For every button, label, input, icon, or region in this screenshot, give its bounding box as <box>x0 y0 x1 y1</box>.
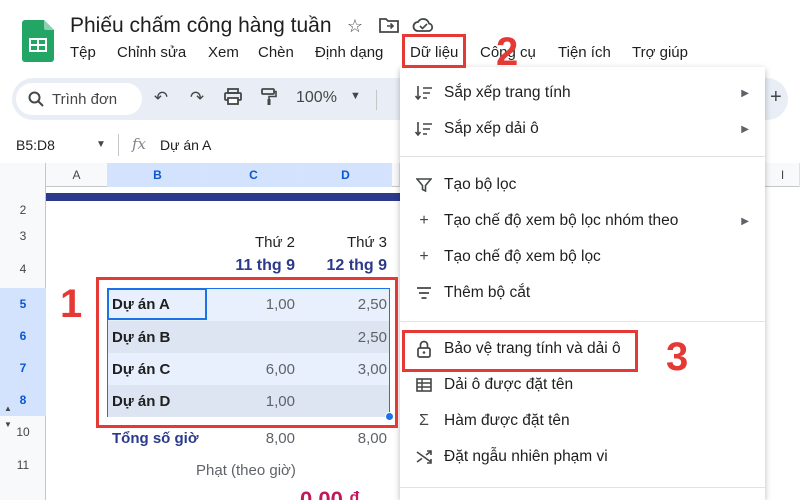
menu-item-label: Tạo chế độ xem bộ lọc nhóm theo <box>444 212 679 229</box>
menu-item-label: Tạo bộ lọc <box>444 176 517 193</box>
sort-icon <box>414 119 434 139</box>
date-label-tue[interactable]: 12 thg 9 <box>297 257 387 275</box>
menu-item-label: Đặt ngẫu nhiên phạm vi <box>444 448 608 465</box>
annotation-number-step1: 1 <box>60 282 83 326</box>
menu-view[interactable]: Xem <box>208 44 239 61</box>
menu-item-named-functions[interactable]: Σ Hàm được đặt tên <box>400 404 765 438</box>
row-header[interactable]: 3 <box>0 229 46 247</box>
name-box[interactable]: B5:D8 <box>16 137 55 153</box>
menu-extensions[interactable]: Tiện ích <box>558 44 611 61</box>
sheets-logo[interactable] <box>22 20 54 62</box>
menu-edit[interactable]: Chỉnh sửa <box>117 44 186 61</box>
redo-icon[interactable]: ↷ <box>186 88 208 108</box>
menu-divider <box>400 487 765 488</box>
menu-format[interactable]: Định dạng <box>315 44 383 61</box>
row-group-up-icon[interactable]: ▲ <box>4 404 12 413</box>
chevron-down-icon[interactable]: ▼ <box>96 139 106 150</box>
row-header[interactable]: 5 <box>0 288 46 320</box>
menu-item-label: Sắp xếp dải ô <box>444 120 539 137</box>
plus-icon[interactable]: + <box>770 86 782 109</box>
toolbar-divider <box>376 90 377 110</box>
print-icon[interactable] <box>222 88 244 110</box>
document-title[interactable]: Phiếu chấm công hàng tuần <box>70 14 332 38</box>
total-hours-label[interactable]: Tổng số giờ <box>112 430 198 447</box>
formula-input[interactable]: Dự án A <box>160 137 211 153</box>
menu-file[interactable]: Tệp <box>70 44 96 61</box>
menu-item-group-filter-view[interactable]: + Tạo chế độ xem bộ lọc nhóm theo ▶ <box>400 204 765 238</box>
annotation-box-step3 <box>402 330 638 372</box>
column-header-i[interactable]: I <box>766 163 800 187</box>
sort-icon <box>414 83 434 103</box>
column-header-a[interactable]: A <box>46 163 108 187</box>
named-range-icon <box>414 375 434 395</box>
column-header-d[interactable]: D <box>300 163 392 187</box>
menu-item-sort-sheet[interactable]: Sắp xếp trang tính ▶ <box>400 76 765 110</box>
zoom-select[interactable]: 100% <box>296 89 337 107</box>
filter-icon <box>414 175 434 195</box>
shuffle-icon <box>414 447 434 467</box>
chevron-down-icon[interactable]: ▼ <box>350 90 361 102</box>
submenu-arrow-icon: ▶ <box>741 215 749 227</box>
menu-item-create-filter[interactable]: Tạo bộ lọc <box>400 168 765 202</box>
menu-item-label: Tạo chế độ xem bộ lọc <box>444 248 601 265</box>
penalty-total-cell[interactable]: 0,00 ₫ <box>300 487 360 500</box>
row-header[interactable]: 11 <box>0 458 46 476</box>
column-header-b[interactable]: B <box>108 163 208 187</box>
annotation-box-step1 <box>96 277 398 428</box>
data-menu-dropdown: Sắp xếp trang tính ▶ Sắp xếp dải ô ▶ Tạo… <box>400 67 765 500</box>
row-header[interactable]: 4 <box>0 262 46 280</box>
select-all-corner[interactable] <box>0 163 46 187</box>
move-to-folder-icon[interactable] <box>378 16 400 39</box>
menu-insert[interactable]: Chèn <box>258 44 294 61</box>
penalty-label[interactable]: Phạt (theo giờ) <box>196 462 296 479</box>
total-hours-cell[interactable]: 8,00 <box>307 430 387 447</box>
row-header[interactable]: 2 <box>0 203 46 221</box>
search-icon <box>28 91 44 107</box>
date-label-mon[interactable]: 11 thg 9 <box>205 257 295 275</box>
menu-item-label: Thêm bộ cắt <box>444 284 531 301</box>
annotation-number-step3: 3 <box>666 335 689 379</box>
row-header[interactable]: 7 <box>0 352 46 384</box>
menu-search[interactable]: Trình đơn <box>16 83 142 115</box>
menu-item-sort-range[interactable]: Sắp xếp dải ô ▶ <box>400 112 765 146</box>
menu-item-label: Sắp xếp trang tính <box>444 84 571 101</box>
day-label-mon[interactable]: Thứ 2 <box>215 234 295 251</box>
menu-item-label: Hàm được đặt tên <box>444 412 570 429</box>
menu-item-add-slicer[interactable]: Thêm bộ cắt <box>400 276 765 310</box>
undo-icon[interactable]: ↶ <box>150 88 172 108</box>
menu-divider <box>400 156 765 157</box>
formula-bar-divider <box>118 134 119 156</box>
star-icon[interactable]: ☆ <box>344 16 366 39</box>
menu-help[interactable]: Trợ giúp <box>632 44 688 61</box>
submenu-arrow-icon: ▶ <box>741 87 749 99</box>
plus-icon: + <box>419 248 429 265</box>
menu-item-create-filter-view[interactable]: + Tạo chế độ xem bộ lọc <box>400 240 765 274</box>
plus-icon: + <box>419 212 429 229</box>
paint-format-icon[interactable] <box>258 88 280 111</box>
fx-icon: fx <box>132 135 147 153</box>
day-label-tue[interactable]: Thứ 3 <box>307 234 387 251</box>
slicer-icon <box>414 283 434 303</box>
submenu-arrow-icon: ▶ <box>741 123 749 135</box>
annotation-box-step2 <box>402 34 466 68</box>
sigma-icon: Σ <box>419 412 429 429</box>
header-band <box>46 193 406 201</box>
annotation-number-step2: 2 <box>496 30 519 74</box>
column-header-e[interactable] <box>392 163 400 187</box>
menu-item-label: Dải ô được đặt tên <box>444 376 574 393</box>
menu-item-named-ranges[interactable]: Dải ô được đặt tên <box>400 368 765 402</box>
row-group-down-icon[interactable]: ▼ <box>4 420 12 429</box>
menu-search-placeholder: Trình đơn <box>52 90 118 108</box>
menu-divider <box>400 321 765 322</box>
menu-item-randomize-range[interactable]: Đặt ngẫu nhiên phạm vi <box>400 440 765 474</box>
total-hours-cell[interactable]: 8,00 <box>215 430 295 447</box>
row-header[interactable]: 6 <box>0 320 46 352</box>
column-header-c[interactable]: C <box>208 163 300 187</box>
